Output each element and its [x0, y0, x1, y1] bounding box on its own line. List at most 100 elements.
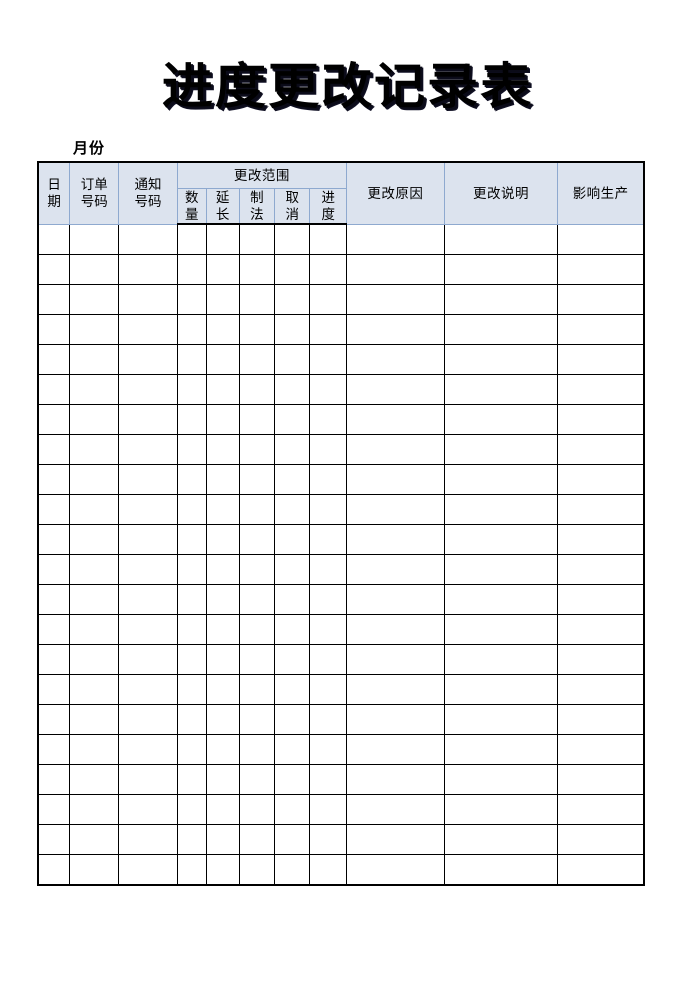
cell-extend[interactable] [205, 404, 240, 435]
cell-cancel[interactable] [274, 494, 311, 525]
cell-method[interactable] [238, 223, 276, 255]
table-row[interactable] [38, 223, 644, 255]
cell-impact[interactable] [557, 434, 644, 465]
cell-progress[interactable] [309, 494, 348, 525]
cell-order_no[interactable] [69, 494, 120, 525]
cell-date[interactable] [38, 614, 71, 645]
table-row[interactable] [38, 854, 644, 885]
cell-cancel[interactable] [274, 734, 311, 765]
table-row[interactable] [38, 434, 644, 465]
cell-order_no[interactable] [69, 794, 120, 825]
cell-extend[interactable] [205, 764, 240, 795]
cell-extend[interactable] [205, 254, 240, 285]
cell-reason[interactable] [346, 404, 445, 435]
cell-reason[interactable] [346, 284, 445, 315]
cell-progress[interactable] [309, 464, 348, 495]
cell-date[interactable] [38, 584, 71, 615]
cell-order_no[interactable] [69, 284, 120, 315]
cell-notice_no[interactable] [118, 854, 178, 885]
cell-cancel[interactable] [274, 524, 311, 555]
cell-note[interactable] [443, 614, 559, 645]
table-row[interactable] [38, 794, 644, 825]
cell-reason[interactable] [346, 254, 445, 285]
cell-cancel[interactable] [274, 223, 311, 255]
cell-quantity[interactable] [176, 614, 207, 645]
cell-note[interactable] [443, 764, 559, 795]
cell-order_no[interactable] [69, 824, 120, 855]
cell-extend[interactable] [205, 734, 240, 765]
cell-order_no[interactable] [69, 374, 120, 405]
cell-notice_no[interactable] [118, 344, 178, 375]
cell-date[interactable] [38, 314, 71, 345]
cell-notice_no[interactable] [118, 524, 178, 555]
cell-order_no[interactable] [69, 584, 120, 615]
cell-cancel[interactable] [274, 584, 311, 615]
cell-cancel[interactable] [274, 674, 311, 705]
cell-impact[interactable] [557, 554, 644, 585]
table-row[interactable] [38, 314, 644, 345]
cell-impact[interactable] [557, 674, 644, 705]
cell-note[interactable] [443, 524, 559, 555]
cell-note[interactable] [443, 314, 559, 345]
cell-impact[interactable] [557, 374, 644, 405]
cell-date[interactable] [38, 344, 71, 375]
cell-progress[interactable] [309, 794, 348, 825]
cell-cancel[interactable] [274, 284, 311, 315]
cell-impact[interactable] [557, 584, 644, 615]
cell-order_no[interactable] [69, 734, 120, 765]
cell-reason[interactable] [346, 554, 445, 585]
cell-extend[interactable] [205, 674, 240, 705]
cell-quantity[interactable] [176, 464, 207, 495]
cell-notice_no[interactable] [118, 824, 178, 855]
cell-date[interactable] [38, 254, 71, 285]
cell-notice_no[interactable] [118, 404, 178, 435]
cell-date[interactable] [38, 554, 71, 585]
cell-note[interactable] [443, 223, 559, 255]
cell-method[interactable] [238, 644, 276, 675]
cell-quantity[interactable] [176, 254, 207, 285]
cell-extend[interactable] [205, 794, 240, 825]
cell-date[interactable] [38, 374, 71, 405]
cell-notice_no[interactable] [118, 704, 178, 735]
cell-cancel[interactable] [274, 404, 311, 435]
cell-quantity[interactable] [176, 584, 207, 615]
cell-quantity[interactable] [176, 434, 207, 465]
cell-quantity[interactable] [176, 404, 207, 435]
cell-method[interactable] [238, 584, 276, 615]
cell-reason[interactable] [346, 314, 445, 345]
cell-method[interactable] [238, 704, 276, 735]
cell-date[interactable] [38, 704, 71, 735]
cell-date[interactable] [38, 284, 71, 315]
cell-progress[interactable] [309, 223, 348, 255]
cell-extend[interactable] [205, 824, 240, 855]
cell-order_no[interactable] [69, 614, 120, 645]
cell-method[interactable] [238, 614, 276, 645]
table-row[interactable] [38, 704, 644, 735]
cell-cancel[interactable] [274, 344, 311, 375]
cell-quantity[interactable] [176, 344, 207, 375]
cell-progress[interactable] [309, 614, 348, 645]
cell-notice_no[interactable] [118, 494, 178, 525]
cell-notice_no[interactable] [118, 764, 178, 795]
table-row[interactable] [38, 344, 644, 375]
cell-method[interactable] [238, 794, 276, 825]
cell-progress[interactable] [309, 344, 348, 375]
cell-quantity[interactable] [176, 314, 207, 345]
cell-note[interactable] [443, 644, 559, 675]
cell-reason[interactable] [346, 524, 445, 555]
cell-note[interactable] [443, 374, 559, 405]
cell-date[interactable] [38, 794, 71, 825]
cell-note[interactable] [443, 494, 559, 525]
cell-progress[interactable] [309, 374, 348, 405]
cell-date[interactable] [38, 494, 71, 525]
table-row[interactable] [38, 494, 644, 525]
cell-quantity[interactable] [176, 554, 207, 585]
cell-date[interactable] [38, 404, 71, 435]
table-row[interactable] [38, 254, 644, 285]
cell-impact[interactable] [557, 704, 644, 735]
cell-impact[interactable] [557, 824, 644, 855]
cell-reason[interactable] [346, 734, 445, 765]
cell-note[interactable] [443, 554, 559, 585]
cell-order_no[interactable] [69, 254, 120, 285]
cell-progress[interactable] [309, 734, 348, 765]
